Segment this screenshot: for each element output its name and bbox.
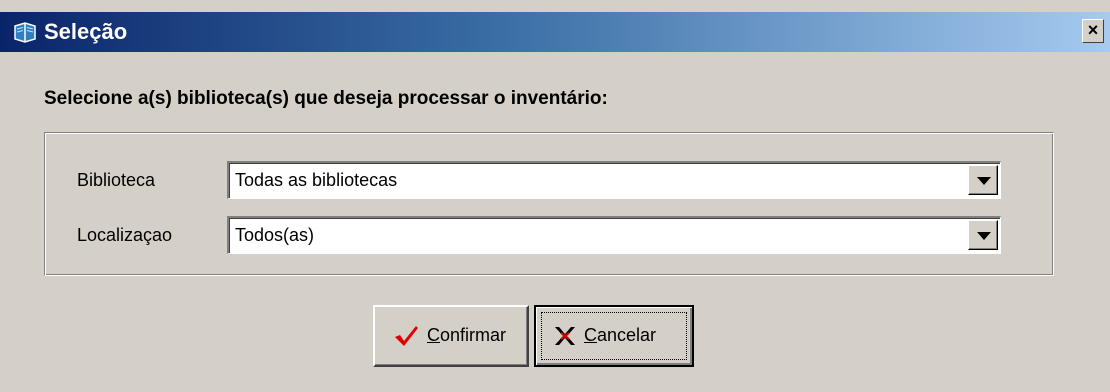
location-select[interactable]: Todos(as) [227, 216, 1001, 254]
location-select-value: Todos(as) [235, 225, 315, 245]
instruction-text: Selecione a(s) biblioteca(s) que deseja … [44, 88, 608, 109]
cancel-button-label: Cancelar [584, 325, 657, 345]
confirm-button[interactable]: Confirmar [373, 305, 529, 367]
close-button[interactable]: × [1082, 19, 1104, 43]
cancel-button[interactable]: Cancelar [534, 305, 694, 367]
chevron-down-icon [977, 232, 991, 240]
window-title: Seleção [44, 19, 128, 44]
library-select-value: Todas as bibliotecas [235, 170, 398, 190]
library-dropdown-button[interactable] [968, 165, 998, 195]
selection-group: Biblioteca Todas as bibliotecas Localiza… [44, 132, 1054, 276]
checkmark-icon [395, 326, 418, 346]
confirm-button-label: Confirmar [427, 325, 507, 345]
library-label: Biblioteca [77, 170, 156, 190]
location-dropdown-button[interactable] [968, 220, 998, 250]
book-icon [14, 22, 36, 43]
location-label: Localizaçao [77, 225, 173, 245]
x-mark-icon [555, 327, 575, 345]
chevron-down-icon [977, 177, 991, 185]
library-select[interactable]: Todas as bibliotecas [227, 161, 1001, 199]
close-icon: × [1087, 20, 1099, 40]
title-bar[interactable]: Seleção × [0, 12, 1110, 52]
selection-dialog: Seleção × Selecione a(s) biblioteca(s) q… [0, 0, 1110, 392]
